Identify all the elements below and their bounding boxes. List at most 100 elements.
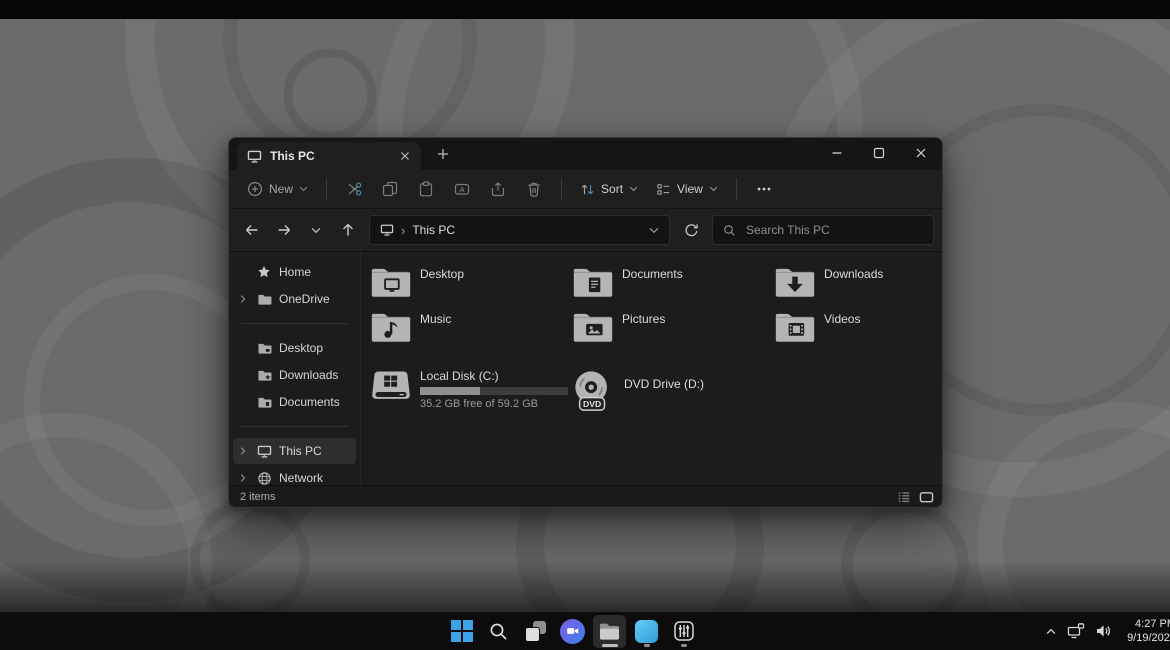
sort-button[interactable]: Sort <box>572 174 646 204</box>
back-button[interactable] <box>237 215 267 245</box>
folder-label: Documents <box>622 267 683 304</box>
tab-this-pc[interactable]: This PC <box>237 142 421 170</box>
sidebar-item-home[interactable]: Home <box>233 259 356 285</box>
up-button[interactable] <box>333 215 363 245</box>
folder-desktop-icon <box>370 266 412 300</box>
view-button[interactable]: View <box>648 174 726 204</box>
toolbar-divider <box>736 178 737 200</box>
folder-icon <box>256 369 272 382</box>
task-view-button[interactable] <box>519 615 552 648</box>
details-view-toggle[interactable] <box>897 490 911 504</box>
drive-tile-local-disk-c[interactable]: Local Disk (C:) 35.2 GB free of 59.2 GB <box>370 369 572 413</box>
items-count: 2 items <box>240 491 275 503</box>
sidebar-item-this-pc[interactable]: This PC <box>233 438 356 464</box>
address-breadcrumb[interactable]: › This PC <box>369 215 670 245</box>
task-view-icon <box>525 621 546 642</box>
clock-date: 9/19/2023 <box>1122 631 1170 645</box>
close-button[interactable] <box>900 138 942 168</box>
folder-label: Pictures <box>622 312 665 349</box>
titlebar: This PC <box>229 138 942 170</box>
svg-text:DVD: DVD <box>583 399 601 409</box>
items-view: Desktop Documents Downloads <box>361 252 943 485</box>
address-dropdown-chevron[interactable] <box>649 227 659 234</box>
address-bar-row: › This PC <box>229 209 942 252</box>
recent-locations-chevron[interactable] <box>301 215 331 245</box>
folder-tile-desktop[interactable]: Desktop <box>370 266 572 304</box>
chevron-right-icon[interactable] <box>237 294 249 304</box>
tab-close-button[interactable] <box>395 146 415 166</box>
folder-videos-icon <box>774 311 816 345</box>
dvd-disc-icon: DVD <box>572 369 616 413</box>
breadcrumb-this-pc[interactable]: This PC <box>412 223 455 237</box>
sidebar-item-desktop[interactable]: Desktop <box>233 335 356 361</box>
chevron-down-icon <box>299 186 308 192</box>
folder-icon <box>256 342 272 355</box>
large-icons-view-toggle[interactable] <box>919 490 934 504</box>
clock-time: 4:27 PM <box>1122 617 1170 631</box>
volume-tray-icon[interactable] <box>1095 623 1112 639</box>
running-indicator <box>681 644 687 647</box>
chat-camera-icon <box>560 619 585 644</box>
more-options-button[interactable] <box>747 174 781 204</box>
sidebar-divider <box>241 323 348 324</box>
chevron-right-icon[interactable] <box>237 446 249 456</box>
sidebar-divider <box>241 426 348 427</box>
refresh-button[interactable] <box>676 215 706 245</box>
minimize-button[interactable] <box>816 138 858 168</box>
paste-button[interactable] <box>409 174 443 204</box>
taskbar-file-explorer-button[interactable] <box>593 615 626 648</box>
taskbar-blue-app-button[interactable] <box>630 615 663 648</box>
monitor-icon <box>247 150 262 163</box>
folder-tile-downloads[interactable]: Downloads <box>774 266 943 304</box>
drive-tile-dvd-d[interactable]: DVD DVD Drive (D:) <box>572 369 774 413</box>
taskbar: 4:27 PM 9/19/2023 <box>0 612 1170 650</box>
sort-button-label: Sort <box>601 182 623 196</box>
tray-chevron-up-icon[interactable] <box>1045 626 1057 636</box>
folder-tile-documents[interactable]: Documents <box>572 266 774 304</box>
monitor-icon <box>256 445 272 458</box>
delete-button[interactable] <box>517 174 551 204</box>
new-tab-button[interactable] <box>429 140 457 168</box>
network-globe-icon <box>256 471 272 486</box>
folder-tile-music[interactable]: Music <box>370 311 572 349</box>
new-button[interactable]: New <box>239 174 316 204</box>
taskbar-search-button[interactable] <box>482 615 515 648</box>
drive-name: DVD Drive (D:) <box>624 377 704 413</box>
wallpaper-bottom-shadow <box>0 560 1170 612</box>
folder-icon <box>256 293 272 306</box>
sidebar-item-downloads[interactable]: Downloads <box>233 362 356 388</box>
maximize-button[interactable] <box>858 138 900 168</box>
search-box[interactable] <box>712 215 934 245</box>
clock[interactable]: 4:27 PM 9/19/2023 <box>1122 617 1170 646</box>
view-button-label: View <box>677 182 703 196</box>
copy-button[interactable] <box>373 174 407 204</box>
chat-button[interactable] <box>556 615 589 648</box>
chevron-down-icon <box>709 186 718 192</box>
folder-tile-pictures[interactable]: Pictures <box>572 311 774 349</box>
chevron-right-icon[interactable] <box>237 473 249 483</box>
forward-button[interactable] <box>269 215 299 245</box>
sort-arrows-icon <box>580 182 595 197</box>
folder-label: Videos <box>824 312 860 349</box>
share-button[interactable] <box>481 174 515 204</box>
taskbar-mixer-app-button[interactable] <box>667 615 700 648</box>
tab-title: This PC <box>270 149 387 163</box>
sidebar-item-onedrive[interactable]: OneDrive <box>233 286 356 312</box>
navigation-pane: Home OneDrive Desktop <box>229 252 361 485</box>
disk-usage-bar <box>420 387 568 395</box>
folder-label: Desktop <box>420 267 464 304</box>
start-button[interactable] <box>445 615 478 648</box>
new-button-label: New <box>269 182 293 196</box>
search-input[interactable] <box>744 222 923 238</box>
toolbar-divider <box>561 178 562 200</box>
plus-circle-icon <box>247 181 263 197</box>
network-tray-icon[interactable] <box>1067 623 1085 639</box>
status-bar: 2 items <box>229 485 942 507</box>
sidebar-item-documents[interactable]: Documents <box>233 389 356 415</box>
rename-button[interactable]: A <box>445 174 479 204</box>
cut-button[interactable] <box>337 174 371 204</box>
screen-top-letterbox <box>0 0 1170 19</box>
svg-text:A: A <box>460 185 465 194</box>
folder-tile-videos[interactable]: Videos <box>774 311 943 349</box>
hard-drive-icon <box>370 369 412 413</box>
